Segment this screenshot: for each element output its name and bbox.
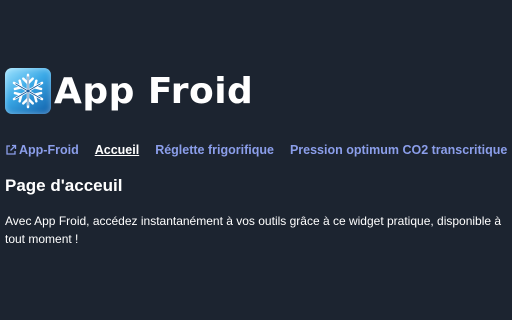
page-title: Page d'acceuil	[5, 176, 123, 195]
app-froid-external-link[interactable]: App-Froid	[5, 143, 79, 157]
nav-item-accueil[interactable]: Accueil	[95, 143, 139, 157]
snowflake-icon	[5, 68, 51, 114]
external-link-icon	[6, 144, 17, 155]
external-link-label: App-Froid	[19, 143, 79, 157]
app-page: App Froid App-Froid Accueil Réglette fri…	[0, 0, 512, 320]
main-navigation: App-Froid Accueil Réglette frigorifique …	[5, 143, 507, 157]
nav-item-reglette-frigorifique[interactable]: Réglette frigorifique	[155, 143, 274, 157]
page-description: Avec App Froid, accédez instantanément à…	[5, 214, 502, 246]
nav-item-pression-optimum-co2[interactable]: Pression optimum CO2 transcritique	[290, 143, 507, 157]
app-title: App Froid	[54, 70, 254, 112]
app-header: App Froid	[5, 68, 253, 114]
